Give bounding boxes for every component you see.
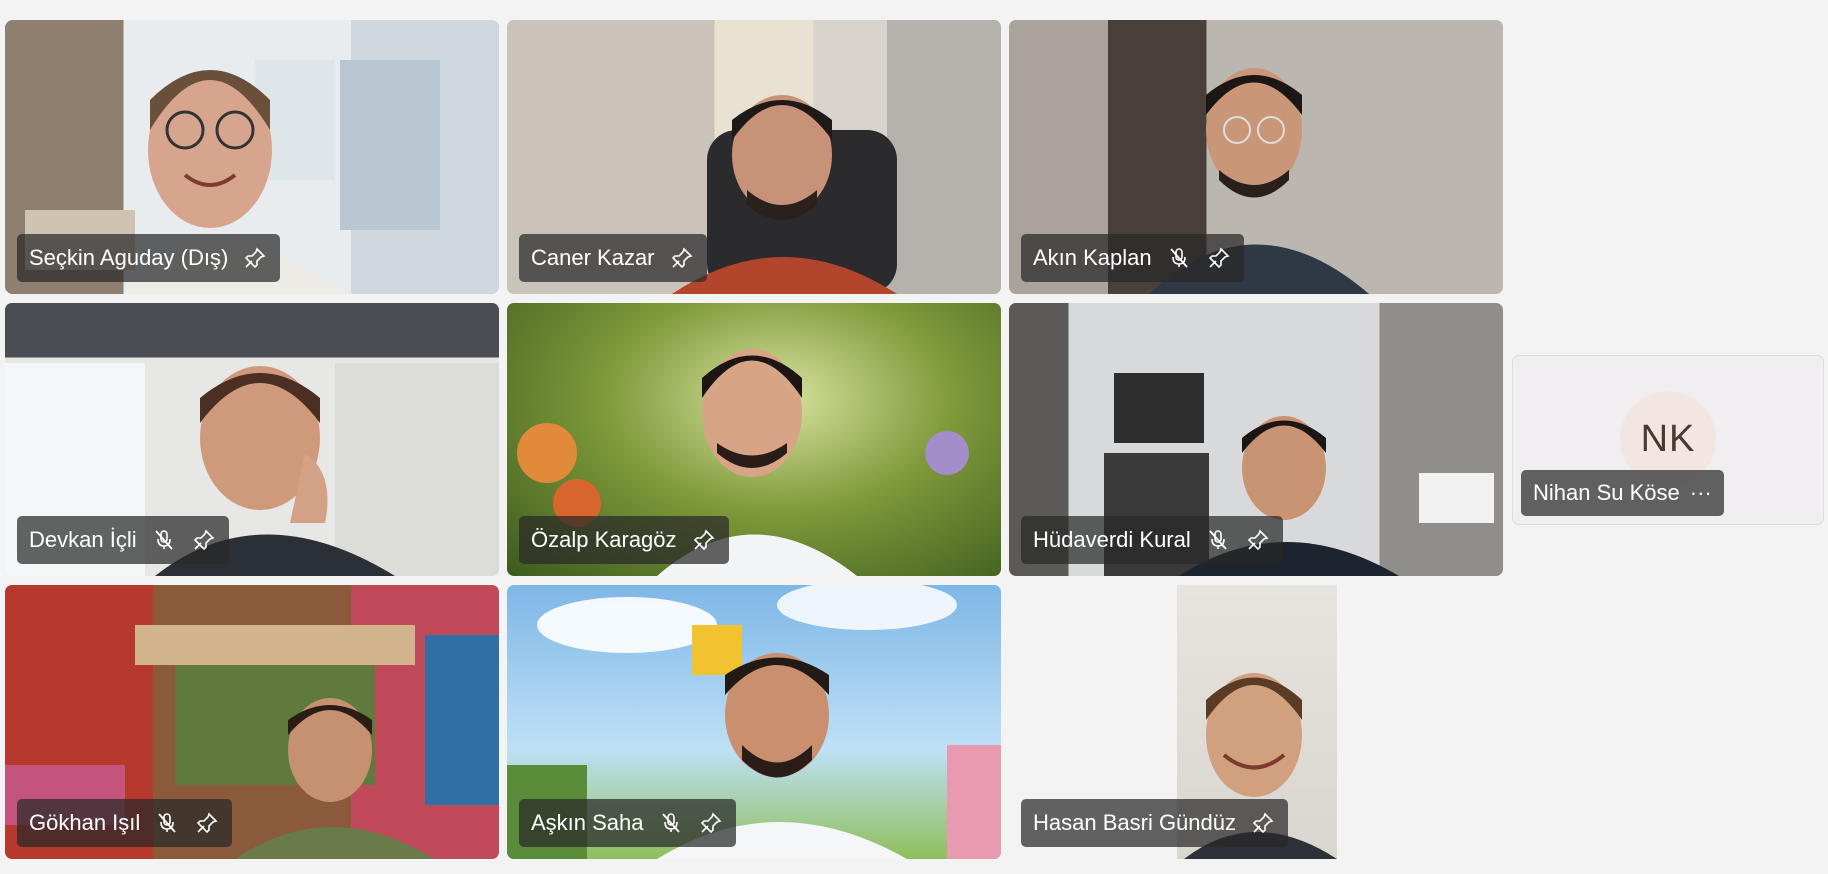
participant-nameplate: Aşkın Saha xyxy=(519,799,736,847)
participant-name: Gökhan Işıl xyxy=(29,810,141,835)
mic-off-icon xyxy=(1205,527,1231,553)
mic-off-icon xyxy=(1166,245,1192,271)
participant-nameplate: Gökhan Işıl xyxy=(17,799,233,847)
pin-icon[interactable] xyxy=(194,810,220,836)
participant-name: Hüdaverdi Kural xyxy=(1033,527,1191,552)
video-tile-devkan[interactable]: Devkan İçli xyxy=(5,303,499,576)
mic-off-icon xyxy=(658,810,684,836)
mic-off-icon xyxy=(154,810,180,836)
participant-nameplate: Devkan İçli xyxy=(17,516,229,564)
participant-name: Aşkın Saha xyxy=(531,810,644,835)
participant-nameplate: Özalp Karagöz xyxy=(519,516,729,564)
participant-name: Nihan Su Köse xyxy=(1533,480,1680,505)
participant-name: Seçkin Aguday (Dış) xyxy=(29,245,229,270)
participant-name: Özalp Karagöz xyxy=(531,527,677,552)
participant-nameplate: Hüdaverdi Kural xyxy=(1021,516,1283,564)
video-tile-hasan[interactable]: Hasan Basri Gündüz xyxy=(1009,585,1503,859)
participant-nameplate: Akın Kaplan xyxy=(1021,234,1244,282)
video-tile-akin[interactable]: Akın Kaplan xyxy=(1009,20,1503,294)
participant-name: Akın Kaplan xyxy=(1033,245,1152,270)
video-tile-seckin[interactable]: Seçkin Aguday (Dış) xyxy=(5,20,499,294)
avatar-tile-nihan[interactable]: NK Nihan Su Köse ··· xyxy=(1512,355,1824,525)
pin-icon[interactable] xyxy=(1250,810,1276,836)
participant-nameplate: Seçkin Aguday (Dış) xyxy=(17,234,281,282)
video-tile-hudaverdi[interactable]: Hüdaverdi Kural xyxy=(1009,303,1503,576)
pin-icon[interactable] xyxy=(669,245,695,271)
pin-icon[interactable] xyxy=(698,810,724,836)
participant-name: Devkan İçli xyxy=(29,527,137,552)
pin-icon[interactable] xyxy=(691,527,717,553)
pin-icon[interactable] xyxy=(1245,527,1271,553)
video-tile-caner[interactable]: Caner Kazar xyxy=(507,20,1001,294)
pin-icon[interactable] xyxy=(191,527,217,553)
participant-nameplate: Caner Kazar xyxy=(519,234,707,282)
participant-nameplate: Nihan Su Köse ··· xyxy=(1521,470,1724,516)
participant-name: Caner Kazar xyxy=(531,245,655,270)
video-tile-ozalp[interactable]: Özalp Karagöz xyxy=(507,303,1001,576)
participant-name: Hasan Basri Gündüz xyxy=(1033,810,1236,835)
pin-icon[interactable] xyxy=(1206,245,1232,271)
video-tile-gokhan[interactable]: Gökhan Işıl xyxy=(5,585,499,859)
pin-icon[interactable] xyxy=(242,245,268,271)
participant-nameplate: Hasan Basri Gündüz xyxy=(1021,799,1288,847)
video-tile-askin[interactable]: Aşkın Saha xyxy=(507,585,1001,859)
mic-off-icon xyxy=(151,527,177,553)
more-options-icon[interactable]: ··· xyxy=(1690,480,1712,506)
